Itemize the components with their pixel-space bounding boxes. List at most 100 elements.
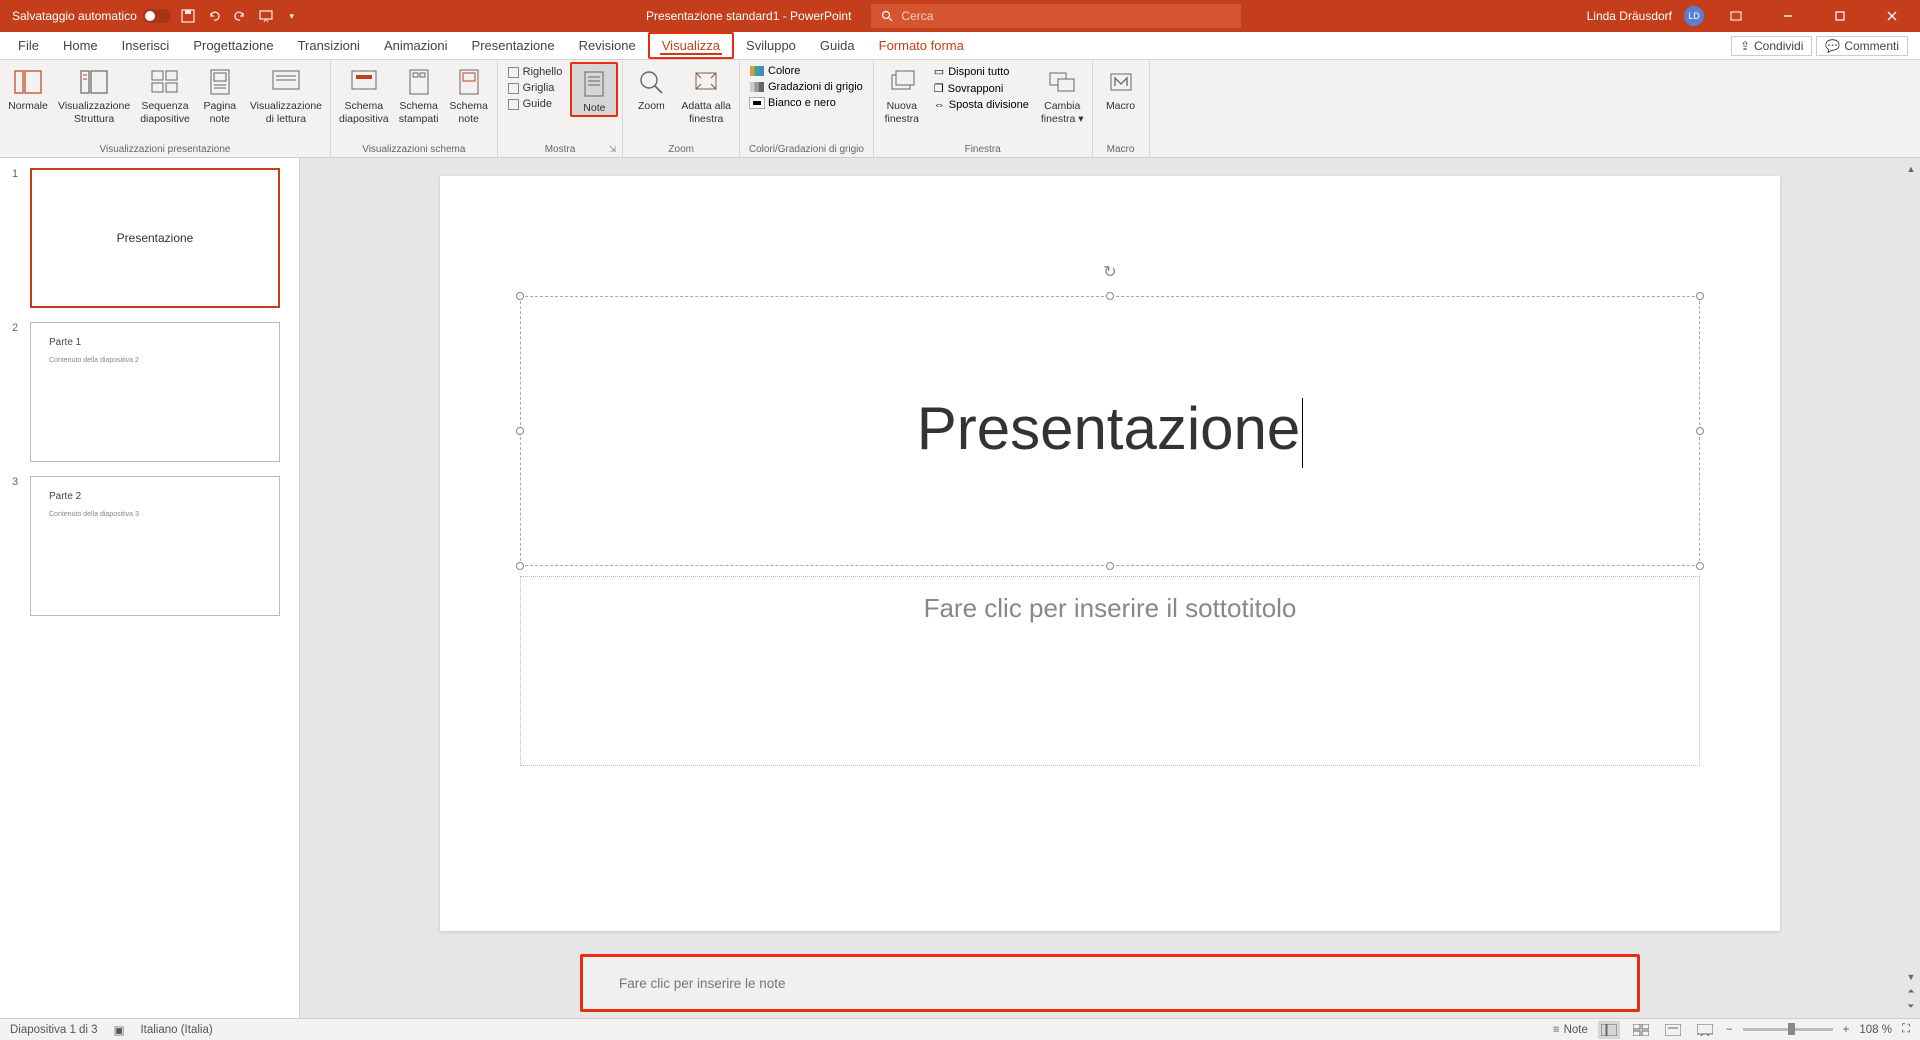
resize-handle[interactable] bbox=[1106, 292, 1114, 300]
resize-handle[interactable] bbox=[516, 292, 524, 300]
grayscale-button[interactable]: Gradazioni di grigio bbox=[748, 80, 865, 94]
notes-page-button[interactable]: Pagina note bbox=[196, 62, 244, 125]
save-icon[interactable] bbox=[179, 7, 197, 25]
close-button[interactable] bbox=[1872, 0, 1912, 32]
notes-toggle[interactable]: ≡Note bbox=[1553, 1024, 1588, 1036]
ribbon-group-master-views: Schema diapositiva Schema stampati Schem… bbox=[331, 60, 498, 157]
arrange-icon: ▭ bbox=[934, 65, 944, 78]
resize-handle[interactable] bbox=[1696, 562, 1704, 570]
scroll-up-icon[interactable]: ▲ bbox=[1905, 162, 1918, 176]
notes-pane[interactable]: Fare clic per inserire le note bbox=[580, 954, 1640, 1012]
show-launcher-icon[interactable]: ⇲ bbox=[609, 144, 617, 155]
ribbon-display-icon[interactable] bbox=[1716, 0, 1756, 32]
tab-formato-forma[interactable]: Formato forma bbox=[867, 32, 976, 59]
slide-thumbnail-2[interactable]: Parte 1 Contenuto della diapositiva 2 bbox=[30, 322, 280, 462]
guides-checkbox[interactable]: Guide bbox=[508, 98, 563, 110]
slide-canvas[interactable]: ↻ Presentazione Fare clic per inserire i… bbox=[440, 176, 1780, 931]
next-slide-icon[interactable]: ⏷ bbox=[1905, 999, 1916, 1014]
tab-home[interactable]: Home bbox=[51, 32, 110, 59]
sorter-view-btn[interactable] bbox=[1630, 1021, 1652, 1039]
tab-presentazione[interactable]: Presentazione bbox=[460, 32, 567, 59]
handout-master-button[interactable]: Schema stampati bbox=[395, 62, 443, 125]
move-split-button[interactable]: ⇔Sposta divisione bbox=[932, 98, 1031, 112]
autosave-toggle[interactable]: Salvataggio automatico bbox=[12, 9, 171, 23]
normal-view-button[interactable]: Normale bbox=[4, 62, 52, 113]
tab-inserisci[interactable]: Inserisci bbox=[110, 32, 182, 59]
tab-progettazione[interactable]: Progettazione bbox=[181, 32, 285, 59]
prev-slide-icon[interactable]: ⏶ bbox=[1905, 984, 1916, 999]
switch-windows-button[interactable]: Cambia finestra ▾ bbox=[1037, 62, 1088, 125]
tab-sviluppo[interactable]: Sviluppo bbox=[734, 32, 808, 59]
color-button[interactable]: Colore bbox=[748, 64, 865, 78]
macro-button[interactable]: Macro bbox=[1097, 62, 1145, 113]
slideshow-view-btn[interactable] bbox=[1694, 1021, 1716, 1039]
user-name[interactable]: Linda Dräusdorf bbox=[1587, 9, 1672, 23]
zoom-button[interactable]: Zoom bbox=[627, 62, 675, 113]
ruler-checkbox[interactable]: Righello bbox=[508, 66, 563, 78]
minimize-button[interactable] bbox=[1768, 0, 1808, 32]
reading-view-btn[interactable] bbox=[1662, 1021, 1684, 1039]
new-window-button[interactable]: Nuova finestra bbox=[878, 62, 926, 125]
redo-icon[interactable] bbox=[231, 7, 249, 25]
fit-to-window-button[interactable]: ⛶ bbox=[1902, 1023, 1910, 1036]
zoom-in-button[interactable]: + bbox=[1843, 1024, 1850, 1036]
arrange-all-button[interactable]: ▭Disponi tutto bbox=[932, 64, 1031, 79]
zoom-slider[interactable] bbox=[1743, 1028, 1833, 1031]
slide-sorter-button[interactable]: Sequenza diapositive bbox=[136, 62, 194, 125]
maximize-button[interactable] bbox=[1820, 0, 1860, 32]
outline-view-button[interactable]: Visualizzazione Struttura bbox=[54, 62, 134, 125]
resize-handle[interactable] bbox=[1106, 562, 1114, 570]
subtitle-placeholder[interactable]: Fare clic per inserire il sottotitolo bbox=[520, 576, 1700, 766]
notes-master-button[interactable]: Schema note bbox=[445, 62, 493, 125]
tab-animazioni[interactable]: Animazioni bbox=[372, 32, 460, 59]
slide-master-button[interactable]: Schema diapositiva bbox=[335, 62, 393, 125]
zoom-slider-thumb[interactable] bbox=[1788, 1023, 1795, 1035]
search-box[interactable] bbox=[871, 4, 1241, 28]
toggle-switch-icon[interactable] bbox=[143, 9, 171, 23]
search-icon bbox=[881, 10, 893, 22]
resize-handle[interactable] bbox=[516, 562, 524, 570]
ribbon-group-zoom: Zoom Adatta alla finestra Zoom bbox=[623, 60, 740, 157]
resize-handle[interactable] bbox=[1696, 427, 1704, 435]
language-indicator[interactable]: Italiano (Italia) bbox=[140, 1024, 212, 1036]
resize-handle[interactable] bbox=[516, 427, 524, 435]
thumb-number: 3 bbox=[12, 476, 22, 616]
scroll-down-icon[interactable]: ▼ bbox=[1905, 970, 1918, 984]
tab-transizioni[interactable]: Transizioni bbox=[286, 32, 372, 59]
user-avatar[interactable]: LD bbox=[1684, 6, 1704, 26]
fit-window-button[interactable]: Adatta alla finestra bbox=[677, 62, 735, 125]
undo-icon[interactable] bbox=[205, 7, 223, 25]
share-button[interactable]: ⇪Condividi bbox=[1731, 36, 1812, 56]
switch-windows-icon bbox=[1046, 66, 1078, 98]
comments-button[interactable]: 💬Commenti bbox=[1816, 36, 1908, 56]
tab-visualizza[interactable]: Visualizza bbox=[648, 32, 734, 59]
slide-counter[interactable]: Diapositiva 1 di 3 bbox=[10, 1024, 98, 1036]
gridlines-checkbox[interactable]: Griglia bbox=[508, 82, 563, 94]
zoom-level[interactable]: 108 % bbox=[1859, 1024, 1892, 1036]
tab-guida[interactable]: Guida bbox=[808, 32, 867, 59]
blackwhite-button[interactable]: Bianco e nero bbox=[748, 96, 865, 110]
reading-view-button[interactable]: Visualizzazione di lettura bbox=[246, 62, 326, 125]
slide-thumbnail-3[interactable]: Parte 2 Contenuto della diapositiva 3 bbox=[30, 476, 280, 616]
notes-icon bbox=[578, 68, 610, 100]
tab-revisione[interactable]: Revisione bbox=[567, 32, 648, 59]
search-input[interactable] bbox=[901, 9, 1231, 23]
tab-file[interactable]: File bbox=[6, 32, 51, 59]
rotate-handle-icon[interactable]: ↻ bbox=[1103, 262, 1116, 282]
resize-handle[interactable] bbox=[1696, 292, 1704, 300]
start-slideshow-icon[interactable] bbox=[257, 7, 275, 25]
normal-view-btn[interactable] bbox=[1598, 1021, 1620, 1039]
vertical-scrollbar[interactable]: ▲ ▼ ⏶ ⏷ bbox=[1904, 162, 1918, 1014]
slide-thumbnail-panel[interactable]: 1 Presentazione 2 Parte 1 Contenuto dell… bbox=[0, 158, 300, 1018]
menu-tabs: File Home Inserisci Progettazione Transi… bbox=[0, 32, 1920, 60]
title-placeholder[interactable]: ↻ Presentazione bbox=[520, 296, 1700, 566]
new-window-icon bbox=[886, 66, 918, 98]
spellcheck-icon[interactable]: ▣ bbox=[114, 1023, 125, 1037]
canvas-wrapper[interactable]: ↻ Presentazione Fare clic per inserire i… bbox=[300, 158, 1920, 954]
slide-title-text[interactable]: Presentazione bbox=[917, 394, 1304, 468]
zoom-out-button[interactable]: − bbox=[1726, 1024, 1733, 1036]
qat-dropdown-icon[interactable]: ▾ bbox=[283, 7, 301, 25]
cascade-button[interactable]: ❐Sovrapponi bbox=[932, 81, 1031, 96]
notes-button[interactable]: Note bbox=[570, 62, 618, 117]
slide-thumbnail-1[interactable]: Presentazione bbox=[30, 168, 280, 308]
